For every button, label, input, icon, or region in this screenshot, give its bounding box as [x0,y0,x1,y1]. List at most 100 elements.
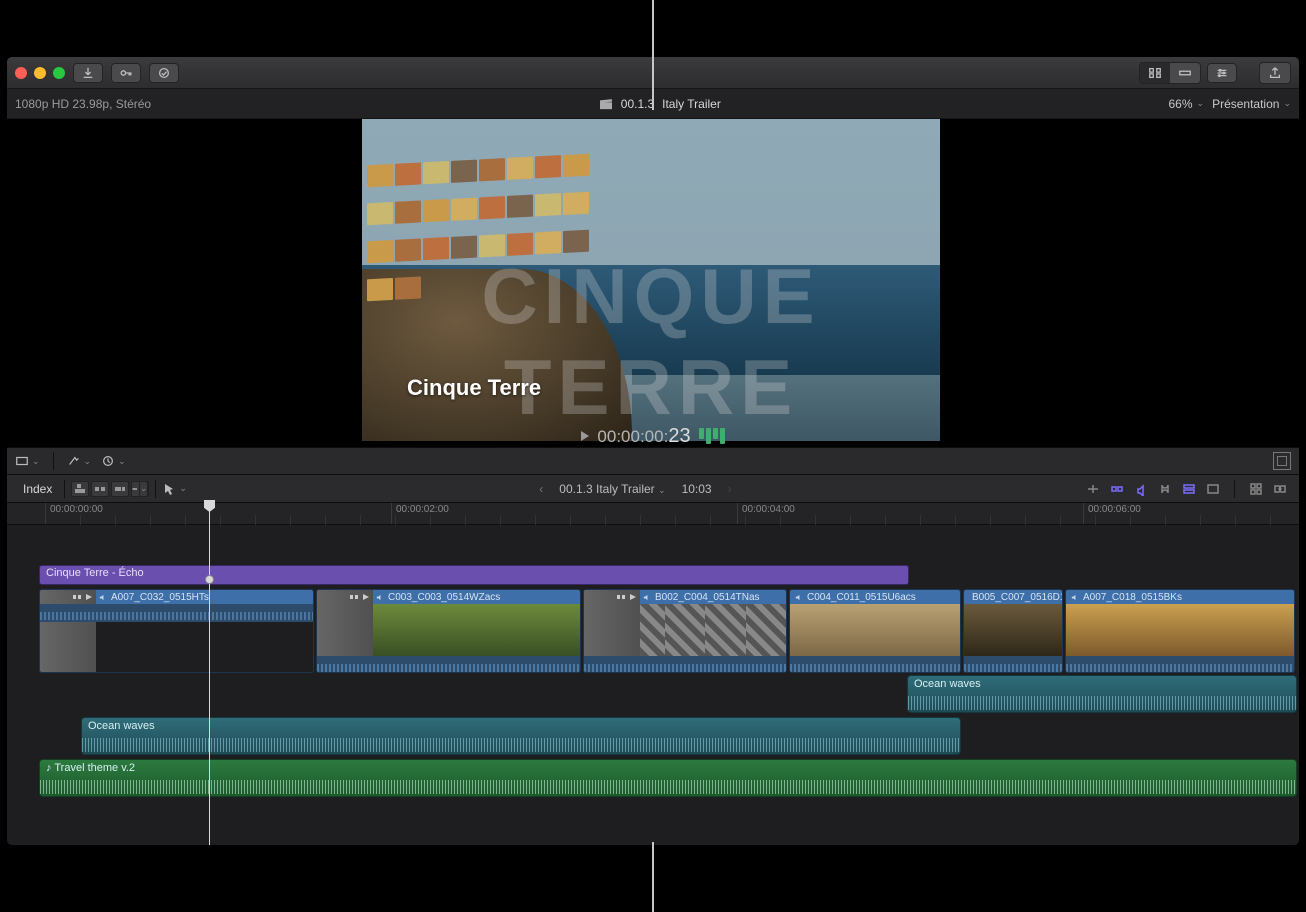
fullscreen-window-button[interactable] [53,67,65,79]
insert-clip-button[interactable] [91,481,109,497]
clip-audio-wave [1066,656,1294,673]
viewer-title-big: CINQUE TERRE [362,251,940,433]
tool-select-dropdown[interactable]: ⌄ [162,482,187,496]
clip-name: C004_C011_0515U6acs [807,592,916,603]
title-lane: Cinque Terre - Écho [7,565,1299,587]
solo-button[interactable] [1132,481,1150,497]
clip-audio-icon [1070,593,1079,602]
append-clip-button[interactable] [111,481,129,497]
format-info: 1080p HD 23.98p, Stéréo [15,97,151,111]
callout-line-bottom [652,842,654,912]
transitions-browser-button[interactable] [1271,481,1289,497]
video-clip[interactable]: B002_C004_0514TNas [583,589,787,673]
video-clip[interactable]: A007_C032_0515HTs [39,589,314,673]
timeline-index-button[interactable]: Index [17,482,58,496]
video-clip[interactable]: C004_C011_0515U6acs [789,589,961,673]
connect-clip-button[interactable] [71,481,89,497]
browser-layout-segment [1139,62,1201,84]
timecode-frames: 23 [668,425,690,448]
audio-clip-name: Ocean waves [914,678,981,690]
clip-audio-icon [642,593,651,602]
project-code: 00.1.3 [621,97,654,111]
zoom-dropdown[interactable]: 66%⌄ [1168,97,1204,111]
clip-audio-icon [375,593,384,602]
background-tasks-button[interactable] [149,63,179,83]
clip-name: C003_C003_0514WZacs [388,592,500,603]
window-controls [15,67,65,79]
snapping-button[interactable] [1156,481,1174,497]
fullscreen-viewer-button[interactable] [1273,452,1291,470]
effects-dropdown[interactable]: ⌄ [67,454,92,468]
playhead[interactable] [209,503,210,845]
viewer-title-small: Cinque Terre [407,375,541,401]
project-name: Italy Trailer [662,97,721,111]
audio-lane: Ocean waves [7,717,1299,757]
timeline-project-label[interactable]: 00.1.3 Italy Trailer ⌄ [559,482,665,496]
audio-meters [699,428,725,444]
import-button[interactable] [73,63,103,83]
play-icon[interactable] [581,431,589,441]
retime-dropdown[interactable]: ⌄ [101,454,126,468]
clapper-icon [599,98,613,110]
clip-name: B005_C007_0516D1… [972,592,1062,603]
layout-grid-button[interactable] [1140,63,1170,83]
history-forward-button[interactable]: › [728,482,732,496]
audio-clip[interactable]: Ocean waves [81,717,961,755]
clip-thumbnails [1066,604,1294,656]
callout-line-top [652,0,654,110]
clip-name: A007_C018_0515BKs [1083,592,1182,603]
video-clip[interactable]: C003_C003_0514WZacs [316,589,581,673]
audio-clip[interactable]: Ocean waves [907,675,1297,713]
skimming-button[interactable] [1084,481,1102,497]
audio-clip[interactable]: ♪ Travel theme v.2 [39,759,1297,797]
clip-audio-wave [790,656,960,673]
clip-audio-wave [584,656,786,673]
audio-clip-name: Ocean waves [88,720,155,732]
timecode-prefix: 00:00:00: [597,427,668,447]
audio-skim-button[interactable] [1108,481,1126,497]
minimize-window-button[interactable] [34,67,46,79]
presentation-dropdown[interactable]: Présentation⌄ [1212,97,1291,111]
clip-name: A007_C032_0515HTs [111,592,209,603]
timeline-ruler[interactable]: 00:00:00:0000:00:02:0000:00:04:0000:00:0… [7,503,1299,525]
effects-browser-button[interactable] [1247,481,1265,497]
clip-audio-wave [964,656,1062,673]
video-clip[interactable]: B005_C007_0516D1… [963,589,1063,673]
primary-video-lane: A007_C032_0515HTs C003_C003_0514WZacs B002… [7,589,1299,675]
audio-lane: Ocean waves [7,675,1299,715]
clip-name: B002_C004_0514TNas [655,592,760,603]
video-clip[interactable]: A007_C018_0515BKs [1065,589,1295,673]
ruler-tick: 00:00:06:00 [1083,503,1141,524]
timeline-duration: 10:03 [682,482,712,496]
layout-filmstrip-button[interactable] [1170,63,1200,83]
audio-clip-name: Travel theme v.2 [54,762,135,774]
close-window-button[interactable] [15,67,27,79]
viewer-tool-row: ⌄ ⌄ ⌄ [7,447,1299,475]
clip-appearance-button[interactable] [1204,481,1222,497]
share-button[interactable] [1259,62,1291,84]
clip-audio-icon [98,593,107,602]
ruler-tick: 00:00:00:00 [45,503,103,524]
app-window: 1080p HD 23.98p, Stéréo 00.1.3 Italy Tra… [6,56,1300,846]
ruler-tick: 00:00:02:00 [391,503,449,524]
inspector-toggle-button[interactable] [1207,63,1237,83]
clip-thumbnails [790,604,960,656]
keyword-button[interactable] [111,63,141,83]
history-back-button[interactable]: ‹ [539,482,543,496]
edit-mode-buttons: ⌄ [71,481,149,497]
overwrite-clip-button[interactable]: ⌄ [131,481,149,497]
timeline[interactable]: 00:00:00:0000:00:02:0000:00:04:0000:00:0… [7,503,1299,845]
clip-audio-icon [794,593,803,602]
clip-thumbnails [964,604,1062,656]
clip-audio-wave [40,604,313,622]
audio-lane: ♪ Travel theme v.2 [7,759,1299,799]
clip-audio-wave [317,656,580,673]
timecode-row: 00:00:00: 23 [7,425,1299,447]
viewer[interactable]: CINQUE TERRE Cinque Terre 00:00:00: 23 [7,119,1299,447]
viewer-frame: CINQUE TERRE Cinque Terre [362,119,940,441]
audio-lane-button[interactable] [1180,481,1198,497]
transition[interactable] [40,590,96,672]
clip-appearance-dropdown[interactable]: ⌄ [15,454,40,468]
timeline-header: Index ⌄ ⌄ ‹ 00.1.3 Italy Trailer ⌄ 10:03… [7,475,1299,503]
title-clip[interactable]: Cinque Terre - Écho [39,565,909,585]
